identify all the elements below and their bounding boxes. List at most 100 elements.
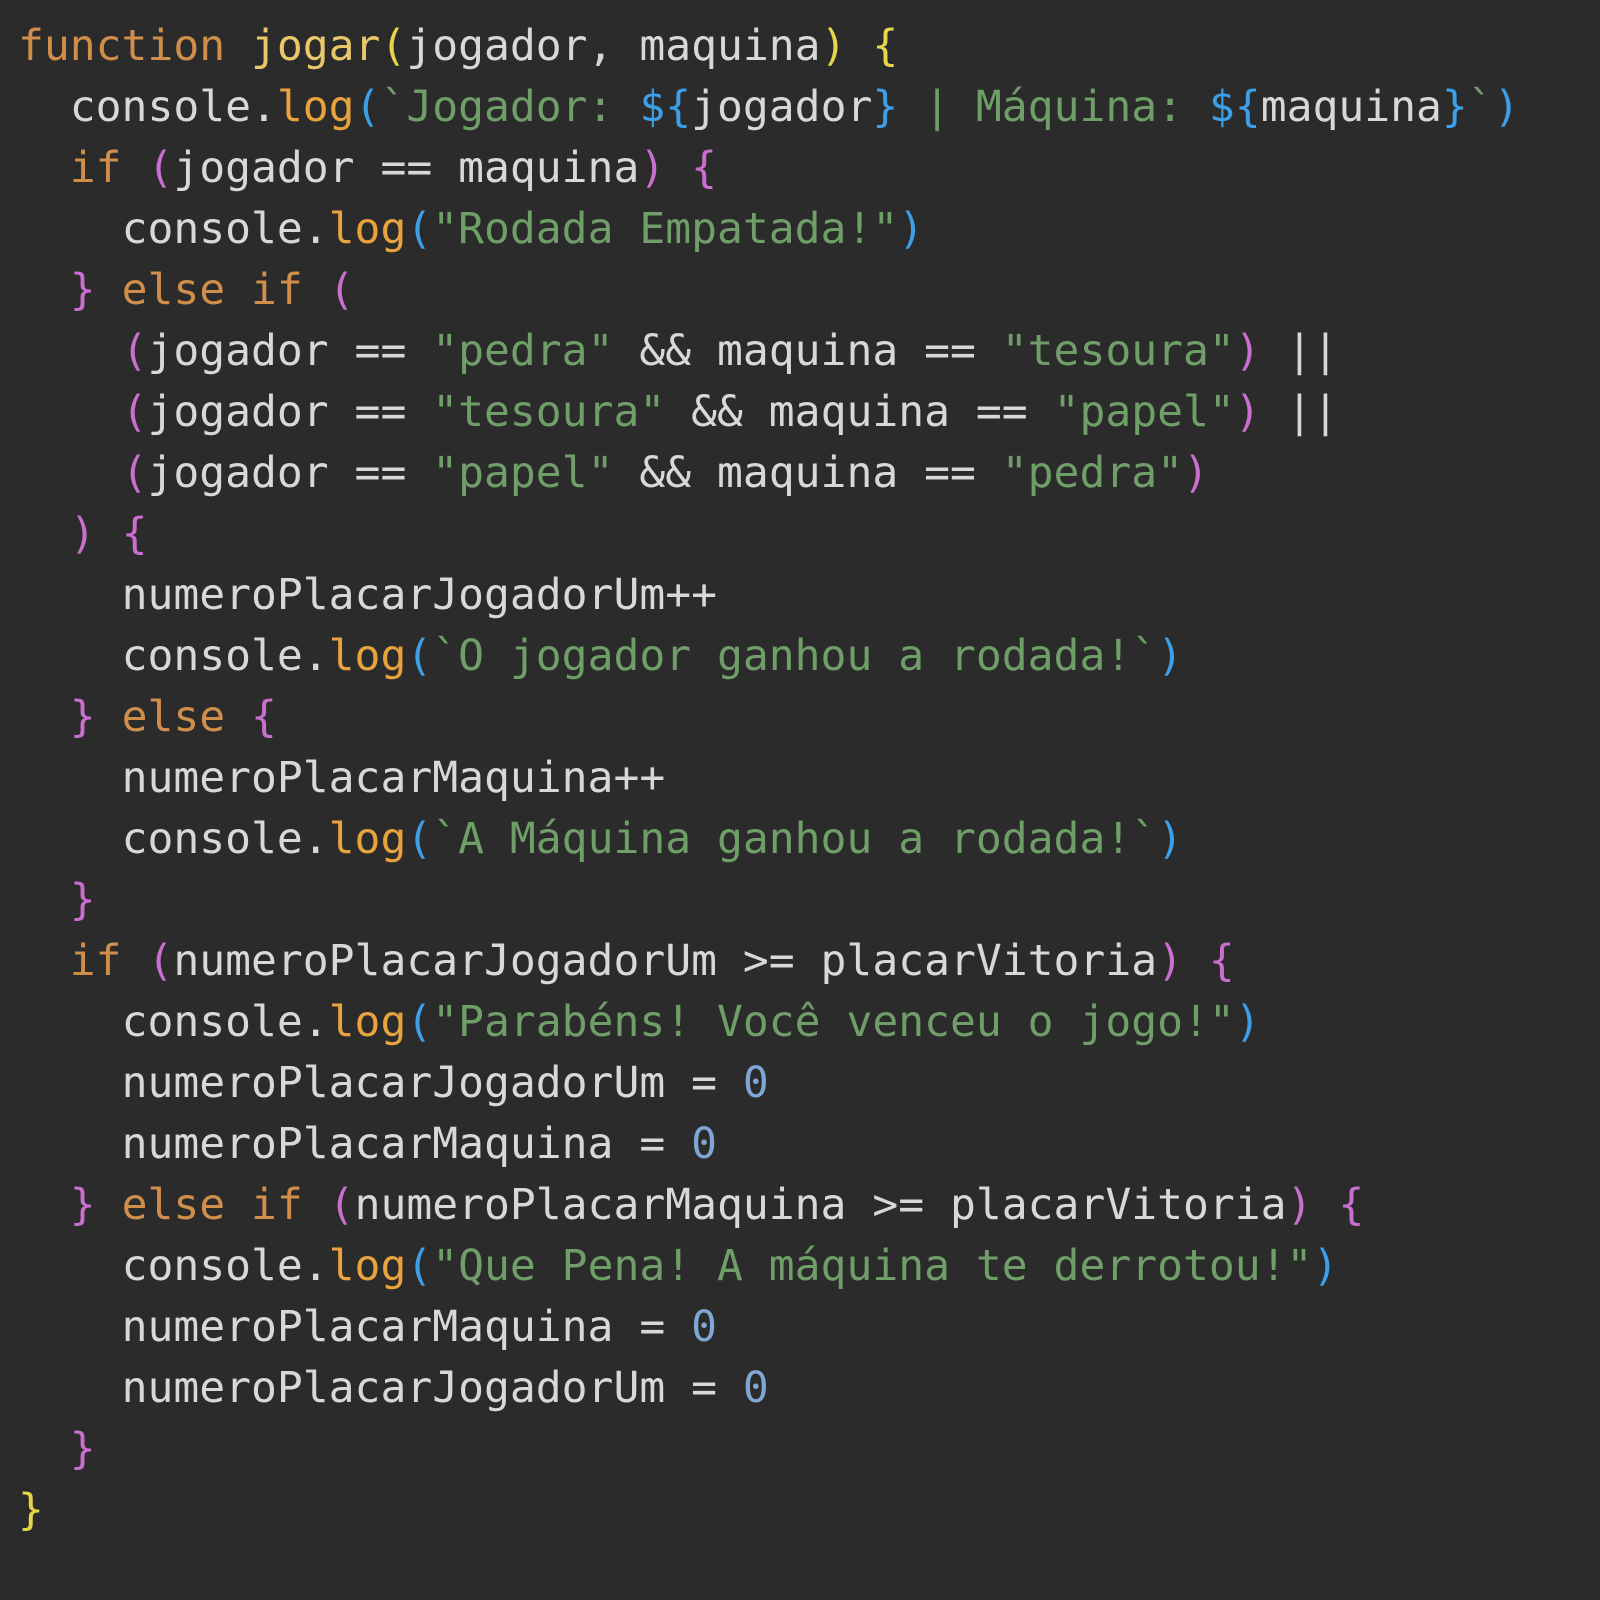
code-line[interactable]: console.log(`Jogador: ${jogador} | Máqui… [18, 77, 1600, 138]
code-line[interactable]: } else { [18, 687, 1600, 748]
code-token-bracket2: ) [898, 204, 925, 254]
code-line[interactable]: (jogador == "pedra" && maquina == "tesou… [18, 321, 1600, 382]
code-line[interactable]: console.log(`O jogador ganhou a rodada!`… [18, 626, 1600, 687]
code-line[interactable]: if (jogador == maquina) { [18, 138, 1600, 199]
code-line[interactable]: numeroPlacarMaquina = 0 [18, 1114, 1600, 1175]
code-token-bracket1: { [1338, 1180, 1365, 1230]
code-line[interactable]: numeroPlacarJogadorUm = 0 [18, 1358, 1600, 1419]
code-token-bracket0: { [872, 21, 899, 71]
code-token-plain: && maquina == [613, 448, 1002, 498]
code-token-bracket1: ( [147, 936, 174, 986]
code-token-plain: . [251, 82, 277, 132]
code-token-bracket1: ) [1234, 326, 1261, 376]
code-token-bracket1: ) [1157, 936, 1183, 986]
code-token-number: 0 [691, 1302, 717, 1352]
code-token-bracket1: { [1208, 936, 1235, 986]
code-token-bracket0: } [18, 1485, 44, 1535]
code-line[interactable]: console.log(`A Máquina ganhou a rodada!`… [18, 809, 1600, 870]
code-line[interactable]: numeroPlacarJogadorUm++ [18, 565, 1600, 626]
code-token-bracket1: } [69, 1180, 96, 1230]
code-token-bracket1: ( [121, 326, 148, 376]
code-token-string: `A Máquina ganhou a rodada!` [432, 814, 1158, 864]
code-token-string: "Parabéns! Você venceu o jogo!" [432, 997, 1235, 1047]
code-token-property: log [328, 997, 407, 1047]
code-token-bracket1: ) [1183, 448, 1209, 498]
code-block[interactable]: function jogar(jogador, maquina) { conso… [18, 16, 1600, 1541]
code-token-plain: numeroPlacarMaquina = [121, 1302, 692, 1352]
code-token-property: log [328, 204, 407, 254]
code-token-bracket2: ( [406, 997, 433, 1047]
code-token-number: 0 [742, 1363, 769, 1413]
code-token-bracket2: ( [406, 1241, 433, 1291]
code-token-number: 0 [691, 1119, 717, 1169]
code-token-bracket1: ) [639, 143, 666, 193]
code-token-plain: jogador == maquina [173, 143, 640, 193]
code-token-function: jogar [251, 21, 381, 71]
code-line[interactable]: numeroPlacarMaquina++ [18, 748, 1600, 809]
code-token-bracket2: } [872, 82, 899, 132]
code-token-plain: numeroPlacarMaquina++ [121, 753, 666, 803]
code-token-bracket1: } [69, 692, 96, 742]
code-line[interactable]: if (numeroPlacarJogadorUm >= placarVitor… [18, 931, 1600, 992]
code-line[interactable]: console.log("Parabéns! Você venceu o jog… [18, 992, 1600, 1053]
code-line[interactable]: (jogador == "tesoura" && maquina == "pap… [18, 382, 1600, 443]
code-editor-surface[interactable]: function jogar(jogador, maquina) { conso… [0, 0, 1600, 1600]
code-line[interactable]: numeroPlacarMaquina = 0 [18, 1297, 1600, 1358]
code-token-string: "papel" [1053, 387, 1235, 437]
code-token-string: "pedra" [432, 326, 614, 376]
code-token-plain: . [302, 814, 329, 864]
code-token-plain: console [121, 997, 303, 1047]
code-line[interactable]: } else if ( [18, 260, 1600, 321]
code-line[interactable]: (jogador == "papel" && maquina == "pedra… [18, 443, 1600, 504]
code-line[interactable]: ) { [18, 504, 1600, 565]
code-token-bracket1: { [691, 143, 718, 193]
code-line[interactable]: } [18, 870, 1600, 931]
code-token-bracket1: { [251, 692, 277, 742]
code-line[interactable]: console.log("Rodada Empatada!") [18, 199, 1600, 260]
code-token-string: `O jogador ganhou a rodada!` [432, 631, 1158, 681]
code-token-bracket0: ( [380, 21, 407, 71]
code-token-string: "Que Pena! A máquina te derrotou!" [432, 1241, 1313, 1291]
code-line[interactable]: console.log("Que Pena! A máquina te derr… [18, 1236, 1600, 1297]
code-token-plain: numeroPlacarMaquina >= placarVitoria [354, 1180, 1287, 1230]
code-token-plain: . [302, 1241, 329, 1291]
code-token-bracket1: } [69, 1424, 96, 1474]
code-token-property: log [328, 1241, 407, 1291]
code-token-bracket1: ( [328, 265, 355, 315]
code-token-bracket2: } [1441, 82, 1468, 132]
code-token-plain: jogador [691, 82, 873, 132]
code-token-plain: numeroPlacarJogadorUm = [121, 1058, 743, 1108]
code-token-bracket1: ) [69, 509, 96, 559]
code-token-keyword: else [121, 692, 226, 742]
code-token-plain: || [1260, 387, 1339, 437]
code-token-plain: . [302, 204, 329, 254]
code-token-plain: console [69, 82, 251, 132]
code-token-plain: jogador == [147, 387, 433, 437]
code-token-bracket1: ( [121, 387, 148, 437]
code-token-bracket2: ( [406, 631, 433, 681]
code-line[interactable]: numeroPlacarJogadorUm = 0 [18, 1053, 1600, 1114]
code-token-plain: && maquina == [613, 326, 1002, 376]
code-line[interactable]: } else if (numeroPlacarMaquina >= placar… [18, 1175, 1600, 1236]
code-line[interactable]: function jogar(jogador, maquina) { [18, 16, 1600, 77]
code-line[interactable]: } [18, 1480, 1600, 1541]
code-line[interactable]: } [18, 1419, 1600, 1480]
code-token-property: log [276, 82, 355, 132]
